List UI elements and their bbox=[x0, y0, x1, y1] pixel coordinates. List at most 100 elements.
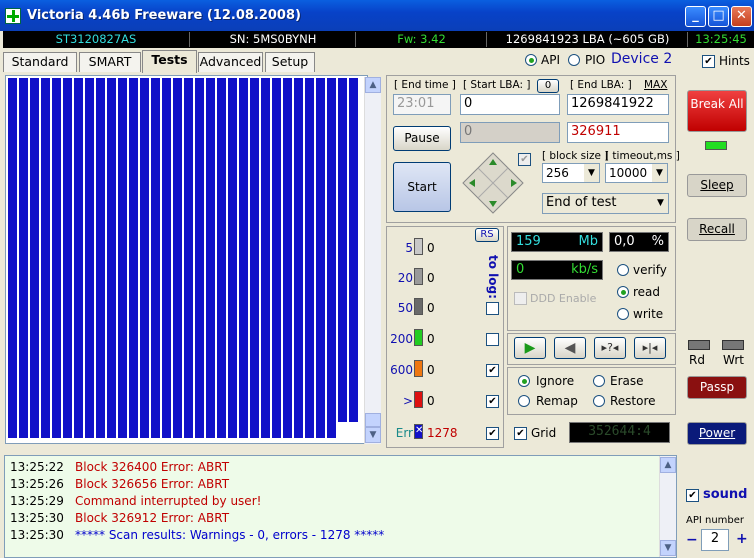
ignore-radio[interactable] bbox=[518, 375, 530, 387]
block-size-select[interactable]: 256 ▼ bbox=[542, 163, 600, 183]
reset-stats-button[interactable]: RS bbox=[475, 228, 499, 242]
grid-scrollbar[interactable]: ▲ ▼ bbox=[364, 77, 381, 444]
seek-unknown-icon[interactable]: ▸?◂ bbox=[594, 337, 626, 359]
log-checkbox[interactable]: ✔ bbox=[486, 395, 499, 408]
end-time-input[interactable]: 23:01 bbox=[393, 94, 451, 115]
write-label: write bbox=[633, 307, 664, 321]
tab-standard[interactable]: Standard bbox=[3, 52, 77, 72]
break-all-button[interactable]: Break All bbox=[687, 90, 747, 132]
timeout-value: 10000 bbox=[609, 166, 648, 180]
log-checkbox[interactable] bbox=[486, 302, 499, 315]
drive-model: ST3120827AS bbox=[3, 32, 190, 47]
log-checkbox[interactable]: ✔ bbox=[486, 364, 499, 377]
to-log-label: to log: bbox=[486, 255, 500, 299]
speed-unit: kb/s bbox=[571, 262, 598, 277]
restore-label: Restore bbox=[610, 394, 656, 408]
grid-checkbox[interactable]: ✔ bbox=[514, 427, 527, 440]
chevron-down-icon[interactable]: ▼ bbox=[584, 164, 599, 182]
stat-color-swatch bbox=[414, 329, 423, 346]
api-label: API bbox=[541, 53, 560, 67]
block-size-value: 256 bbox=[546, 166, 569, 180]
pause-button[interactable]: Pause bbox=[393, 126, 451, 151]
err-count: 1278 bbox=[427, 426, 458, 440]
pio-radio[interactable] bbox=[568, 54, 580, 66]
err-log-checkbox[interactable]: ✔ bbox=[486, 427, 499, 440]
maximize-button[interactable]: □ bbox=[708, 6, 729, 27]
sound-label: sound bbox=[703, 487, 748, 502]
percent-readout: 0,0 % bbox=[609, 232, 669, 252]
log-scroll-down-button[interactable]: ▼ bbox=[660, 540, 676, 556]
restore-radio[interactable] bbox=[593, 395, 605, 407]
stat-color-swatch bbox=[414, 298, 423, 315]
end-lba-max-button[interactable]: MAX bbox=[644, 79, 667, 91]
passp-button[interactable]: Passp bbox=[687, 376, 747, 399]
end-action-select[interactable]: End of test ▼ bbox=[542, 193, 669, 214]
hints-label: Hints bbox=[719, 54, 750, 68]
api-number-decrement[interactable]: − bbox=[686, 532, 698, 548]
skip-end-icon[interactable]: ▸|◂ bbox=[634, 337, 666, 359]
mb-unit: Mb bbox=[578, 234, 598, 249]
stat-count: 0 bbox=[427, 363, 435, 377]
remap-radio[interactable] bbox=[518, 395, 530, 407]
ddd-enable-checkbox[interactable] bbox=[514, 292, 527, 305]
scroll-thumb[interactable] bbox=[365, 413, 381, 427]
chevron-down-icon[interactable]: ▼ bbox=[652, 164, 667, 182]
verify-radio[interactable] bbox=[617, 264, 629, 276]
log-scroll-up-button[interactable]: ▲ bbox=[660, 457, 676, 473]
stat-latency-label: > bbox=[402, 394, 413, 408]
api-number-value[interactable]: 2 bbox=[701, 529, 729, 551]
start-button[interactable]: Start bbox=[393, 162, 451, 212]
log-message: ***** Scan results: Warnings - 0, errors… bbox=[75, 528, 385, 542]
clock: 13:25:45 bbox=[695, 32, 747, 46]
tab-setup[interactable]: Setup bbox=[265, 52, 315, 72]
percent-unit: % bbox=[651, 234, 664, 249]
stat-color-swatch bbox=[414, 268, 423, 285]
rd-label: Rd bbox=[689, 353, 705, 367]
log-entry: 13:25:26 Block 326656 Error: ABRT bbox=[10, 477, 650, 494]
start-lba-zero-button[interactable]: 0 bbox=[537, 79, 559, 93]
api-number-increment[interactable]: + bbox=[736, 531, 748, 547]
log-time: 13:25:30 bbox=[10, 511, 64, 525]
title-bar[interactable]: Victoria 4.46b Freeware (12.08.2008) _ □… bbox=[0, 0, 754, 31]
close-button[interactable]: ✕ bbox=[731, 6, 752, 27]
timeout-select[interactable]: 10000 ▼ bbox=[605, 163, 668, 183]
start-lba-input[interactable]: 0 bbox=[460, 94, 560, 115]
direction-checkbox[interactable]: ✔ bbox=[518, 153, 531, 166]
direction-pad[interactable] bbox=[462, 152, 524, 214]
read-radio[interactable] bbox=[617, 286, 629, 298]
drive-capacity: 1269841923 LBA (~605 GB) bbox=[488, 32, 688, 47]
scroll-down-button[interactable]: ▼ bbox=[365, 427, 381, 443]
hints-checkbox[interactable]: ✔ bbox=[702, 55, 715, 68]
current-lba: 326911 bbox=[567, 122, 669, 143]
end-lba-input[interactable]: 1269841922 bbox=[567, 94, 669, 115]
end-lba-label: [ End LBA: ] bbox=[570, 79, 632, 91]
scroll-up-button[interactable]: ▲ bbox=[365, 77, 381, 93]
log-panel[interactable]: 13:25:22 Block 326400 Error: ABRT 13:25:26… bbox=[4, 455, 677, 558]
pio-label: PIO bbox=[585, 53, 606, 67]
log-scrollbar[interactable]: ▲ ▼ bbox=[659, 456, 676, 557]
sleep-button[interactable]: Sleep bbox=[687, 174, 747, 197]
stat-latency-label: 600 bbox=[390, 363, 413, 377]
log-entry: 13:25:29 Command interrupted by user! bbox=[10, 494, 650, 511]
minimize-button[interactable]: _ bbox=[685, 6, 706, 27]
chevron-down-icon[interactable]: ▼ bbox=[653, 194, 668, 213]
log-checkbox[interactable] bbox=[486, 333, 499, 346]
log-message: Block 326656 Error: ABRT bbox=[75, 477, 230, 491]
tab-smart[interactable]: SMART bbox=[79, 52, 141, 72]
tab-advanced[interactable]: Advanced bbox=[198, 52, 263, 72]
app-icon bbox=[5, 8, 21, 24]
tab-tests[interactable]: Tests bbox=[142, 50, 197, 73]
write-radio[interactable] bbox=[617, 308, 629, 320]
err-swatch-icon: ✕ bbox=[414, 424, 423, 439]
log-entry: 13:25:22 Block 326400 Error: ABRT bbox=[10, 460, 650, 477]
recall-button[interactable]: Recall bbox=[687, 218, 747, 241]
power-button[interactable]: Power bbox=[687, 422, 747, 445]
speed-value: 0 bbox=[516, 262, 525, 277]
sound-checkbox[interactable]: ✔ bbox=[686, 489, 699, 502]
rewind-icon[interactable]: ◀ bbox=[554, 337, 586, 359]
play-icon[interactable]: ▶ bbox=[514, 337, 546, 359]
erase-radio[interactable] bbox=[593, 375, 605, 387]
log-entry: 13:25:30 Block 326912 Error: ABRT bbox=[10, 511, 650, 528]
err-label: Err bbox=[395, 426, 413, 440]
api-radio[interactable] bbox=[525, 54, 537, 66]
